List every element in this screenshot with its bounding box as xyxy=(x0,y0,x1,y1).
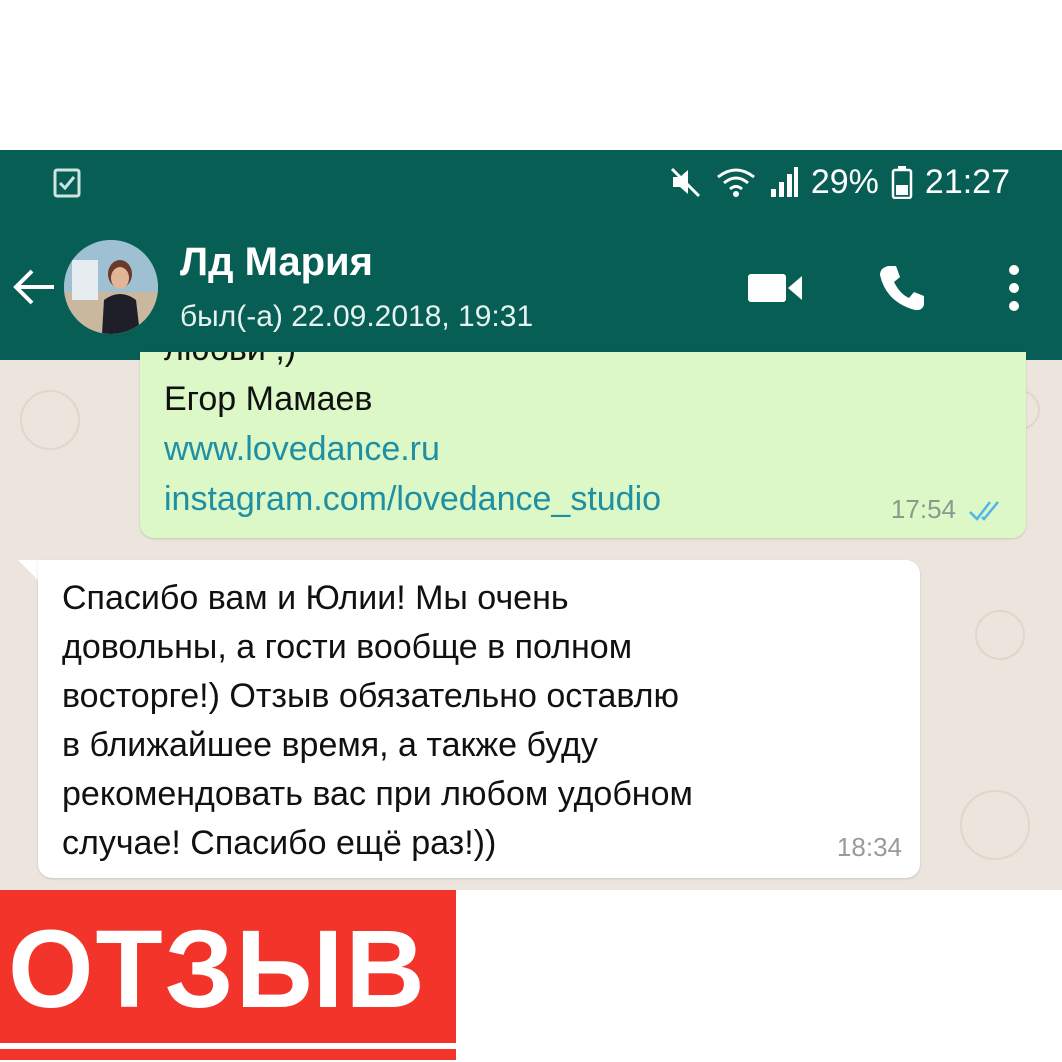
message-text: Спасибо вам и Юлии! Мы очень довольны, а… xyxy=(62,579,693,862)
incoming-message[interactable]: Спасибо вам и Юлии! Мы очень довольны, а… xyxy=(38,560,920,878)
clock: 21:27 xyxy=(924,162,1010,201)
mute-icon xyxy=(670,167,700,198)
task-icon xyxy=(53,168,81,198)
phone-icon[interactable] xyxy=(876,262,928,314)
video-call-icon[interactable] xyxy=(746,268,804,308)
message-signature: Егор Мамаев xyxy=(164,380,373,418)
phone-screenshot: 29% 21:27 Лд Мария был(-а) 22.09.2018, 1… xyxy=(0,150,1062,890)
website-link[interactable]: www.lovedance.ru xyxy=(164,430,440,469)
status-bar: 29% 21:27 xyxy=(0,150,1062,214)
avatar[interactable] xyxy=(64,240,158,334)
bubble-tail xyxy=(18,560,40,582)
back-arrow-icon[interactable] xyxy=(10,262,60,312)
instagram-link[interactable]: instagram.com/lovedance_studio xyxy=(164,480,661,519)
chat-header: Лд Мария был(-а) 22.09.2018, 19:31 xyxy=(0,214,1062,360)
message-time: 18:34 xyxy=(836,832,902,862)
double-check-icon xyxy=(969,501,999,521)
last-seen-status: был(-а) 22.09.2018, 19:31 xyxy=(180,300,534,333)
battery-icon xyxy=(891,166,913,199)
signal-icon xyxy=(770,167,798,197)
contact-name[interactable]: Лд Мария xyxy=(180,240,373,285)
review-banner-label: ОТЗЫВ xyxy=(8,908,427,1031)
wifi-icon xyxy=(716,168,755,197)
battery-percent: 29% xyxy=(810,162,879,201)
outgoing-message[interactable]: любви ;) Егор Мамаев www.lovedance.ru in… xyxy=(140,352,1026,538)
banner-underline xyxy=(0,1043,456,1049)
message-cut-line: любви ;) xyxy=(164,352,296,369)
message-time: 17:54 xyxy=(890,494,956,524)
more-vert-icon[interactable] xyxy=(1000,262,1028,314)
